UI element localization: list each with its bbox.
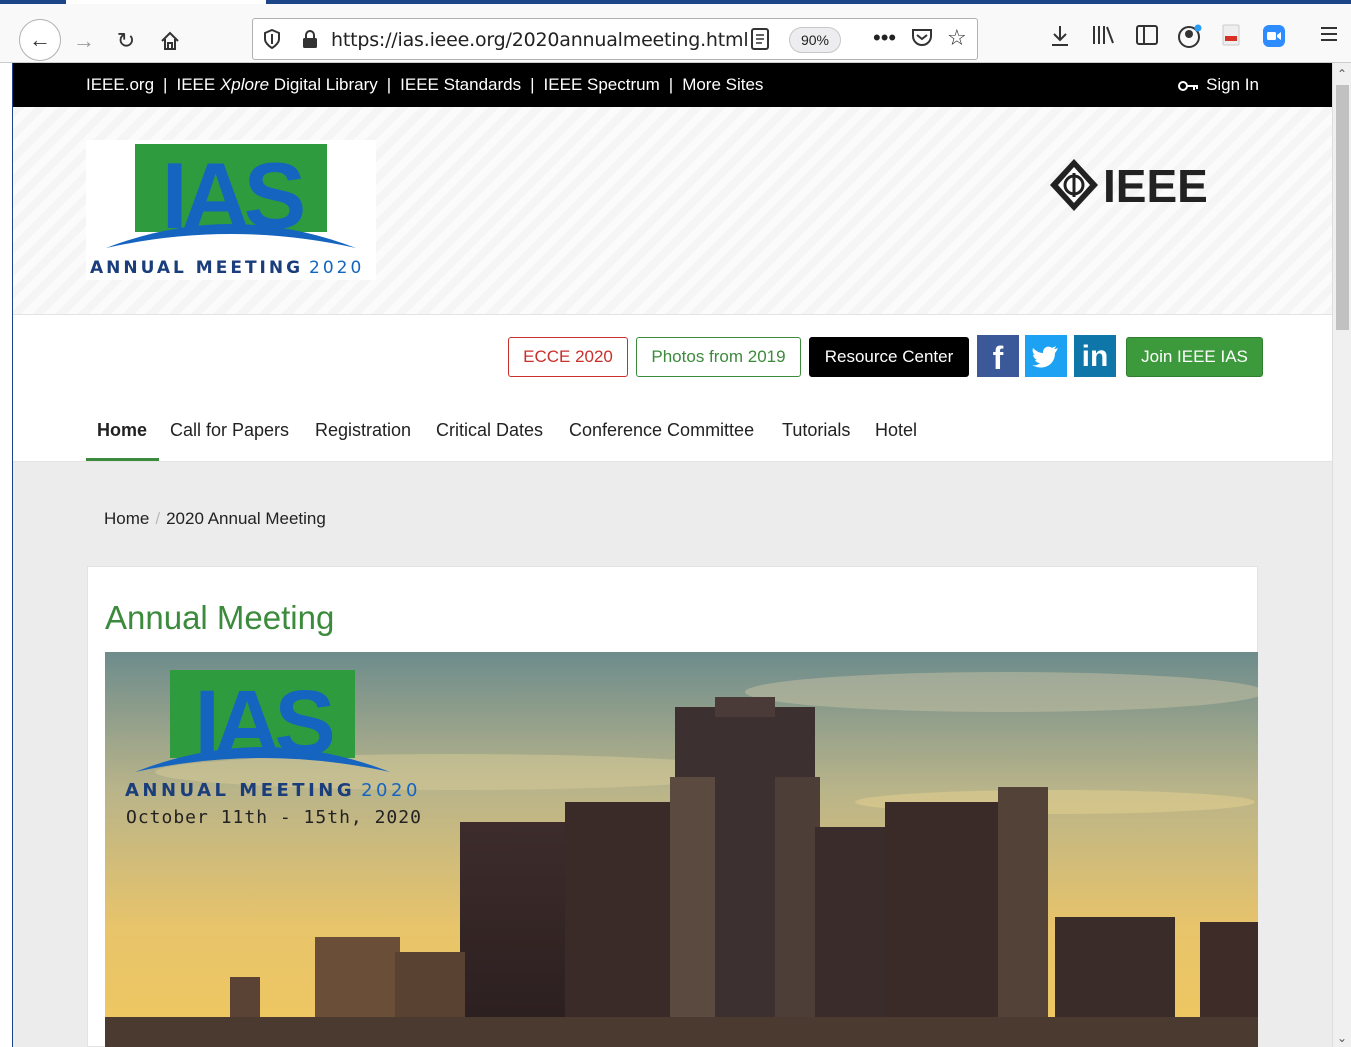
link-ieee-spectrum[interactable]: IEEE Spectrum — [544, 75, 660, 94]
facebook-icon[interactable]: f — [977, 335, 1019, 377]
hamburger-menu-icon[interactable] — [1318, 24, 1340, 44]
nav-tutorials[interactable]: Tutorials — [782, 420, 850, 441]
forward-button[interactable]: → — [64, 21, 104, 61]
key-icon — [1178, 80, 1199, 91]
home-button[interactable] — [150, 21, 190, 61]
account-icon[interactable] — [1177, 24, 1203, 48]
nav-home[interactable]: Home — [97, 420, 147, 441]
nav-conference-committee[interactable]: Conference Committee — [569, 420, 754, 441]
ecce-2020-button[interactable]: ECCE 2020 — [508, 337, 628, 377]
hero-event-dates: October 11th - 15th, 2020 — [126, 807, 422, 828]
browser-toolbar: ← → ↻ https://ias.ieee.org/2020annualmee… — [0, 0, 1351, 63]
breadcrumb-home[interactable]: Home — [104, 509, 149, 528]
home-icon — [161, 31, 179, 50]
active-nav-indicator — [86, 458, 159, 461]
ieee-meta-bar: IEEE.org | IEEE Xplore Digital Library | IEE… — [13, 63, 1332, 107]
back-arrow-icon: ← — [29, 27, 51, 52]
xplore-prefix: IEEE — [176, 75, 220, 94]
sign-in-link[interactable]: Sign In — [1178, 75, 1259, 95]
breadcrumb-separator: / — [155, 509, 161, 528]
address-bar[interactable]: https://ias.ieee.org/2020annualmeeting.h… — [252, 18, 978, 60]
nav-hotel[interactable]: Hotel — [875, 420, 917, 441]
scroll-down-arrow-icon[interactable]: ⌄ — [1337, 1031, 1347, 1045]
ieee-logo[interactable]: IEEE — [1048, 157, 1228, 213]
hero-logo-subtitle-main: ANNUAL MEETING — [125, 780, 355, 801]
link-ieee-xplore[interactable]: IEEE Xplore Digital Library — [176, 75, 377, 94]
page-actions-menu-icon[interactable]: ••• — [873, 25, 896, 51]
hero-logo-subtitle-year: 2020 — [361, 780, 421, 801]
separator: | — [530, 75, 535, 94]
back-button[interactable]: ← — [19, 19, 61, 61]
pdf-extension-icon[interactable] — [1221, 24, 1241, 46]
twitter-icon[interactable] — [1025, 335, 1067, 377]
scroll-up-arrow-icon[interactable]: ⌃ — [1337, 67, 1347, 81]
tracking-protection-shield-icon[interactable] — [263, 29, 281, 49]
reload-icon: ↻ — [116, 28, 136, 53]
main-navigation: Home Call for Papers Registration Critic… — [13, 400, 1332, 462]
separator: | — [668, 75, 674, 94]
reload-button[interactable]: ↻ — [106, 21, 146, 61]
pocket-icon[interactable] — [911, 28, 933, 48]
separator: | — [386, 75, 392, 94]
nav-registration[interactable]: Registration — [315, 420, 411, 441]
ias-logo-subtitle-year: 2020 — [309, 258, 364, 278]
ieee-sites-links: IEEE.org | IEEE Xplore Digital Library | IEE… — [86, 75, 763, 95]
breadcrumb: Home / 2020 Annual Meeting — [104, 509, 326, 529]
scrollbar-thumb[interactable] — [1336, 85, 1349, 330]
forward-arrow-icon: → — [73, 28, 95, 53]
page-scrollbar[interactable]: ⌃ ⌄ — [1332, 63, 1351, 1047]
ieee-wordmark: IEEE — [1103, 160, 1208, 212]
active-tab-indicator — [66, 0, 266, 4]
nav-call-for-papers[interactable]: Call for Papers — [170, 420, 289, 441]
breadcrumb-current: 2020 Annual Meeting — [166, 509, 326, 528]
site-header: IAS ANNUAL MEETING 2020 IEEE — [13, 107, 1332, 315]
photos-2019-button[interactable]: Photos from 2019 — [636, 337, 801, 377]
library-icon[interactable] — [1091, 24, 1115, 46]
link-ieee-standards[interactable]: IEEE Standards — [400, 75, 521, 94]
zoom-level-badge[interactable]: 90% — [789, 27, 841, 53]
url-text[interactable]: https://ias.ieee.org/2020annualmeeting.h… — [331, 29, 749, 51]
header-buttons-row: ECCE 2020 Photos from 2019 Resource Cent… — [13, 315, 1332, 400]
resource-center-button[interactable]: Resource Center — [809, 337, 969, 377]
reader-view-icon[interactable] — [751, 28, 769, 50]
window-left-edge — [0, 63, 13, 1047]
sidebar-icon[interactable] — [1135, 24, 1159, 46]
lock-icon[interactable] — [301, 29, 319, 49]
xplore-suffix: Digital Library — [269, 75, 378, 94]
linkedin-icon[interactable]: in — [1074, 335, 1116, 377]
zoom-meeting-extension-icon[interactable] — [1262, 24, 1286, 48]
ias-logo-subtitle-main: ANNUAL MEETING — [90, 258, 303, 278]
join-ieee-ias-button[interactable]: Join IEEE IAS — [1126, 337, 1263, 377]
link-more-sites[interactable]: More Sites — [682, 75, 763, 94]
downloads-icon[interactable] — [1049, 24, 1071, 48]
link-ieee-org[interactable]: IEEE.org — [86, 75, 154, 94]
hero-banner-image: IAS ANNUAL MEETING 2020 October 11th - 15… — [105, 652, 1258, 1047]
sign-in-label: Sign In — [1206, 75, 1259, 94]
ias-logo-subtitle: ANNUAL MEETING 2020 — [90, 258, 364, 278]
xplore-brand: Xplore — [219, 75, 270, 94]
ias-annual-meeting-logo[interactable]: IAS ANNUAL MEETING 2020 — [86, 140, 376, 280]
hero-logo-subtitle: ANNUAL MEETING 2020 — [125, 780, 421, 801]
nav-critical-dates[interactable]: Critical Dates — [436, 420, 543, 441]
bookmark-star-icon[interactable]: ☆ — [947, 25, 967, 51]
page-title: Annual Meeting — [105, 599, 335, 636]
separator: | — [163, 75, 168, 94]
